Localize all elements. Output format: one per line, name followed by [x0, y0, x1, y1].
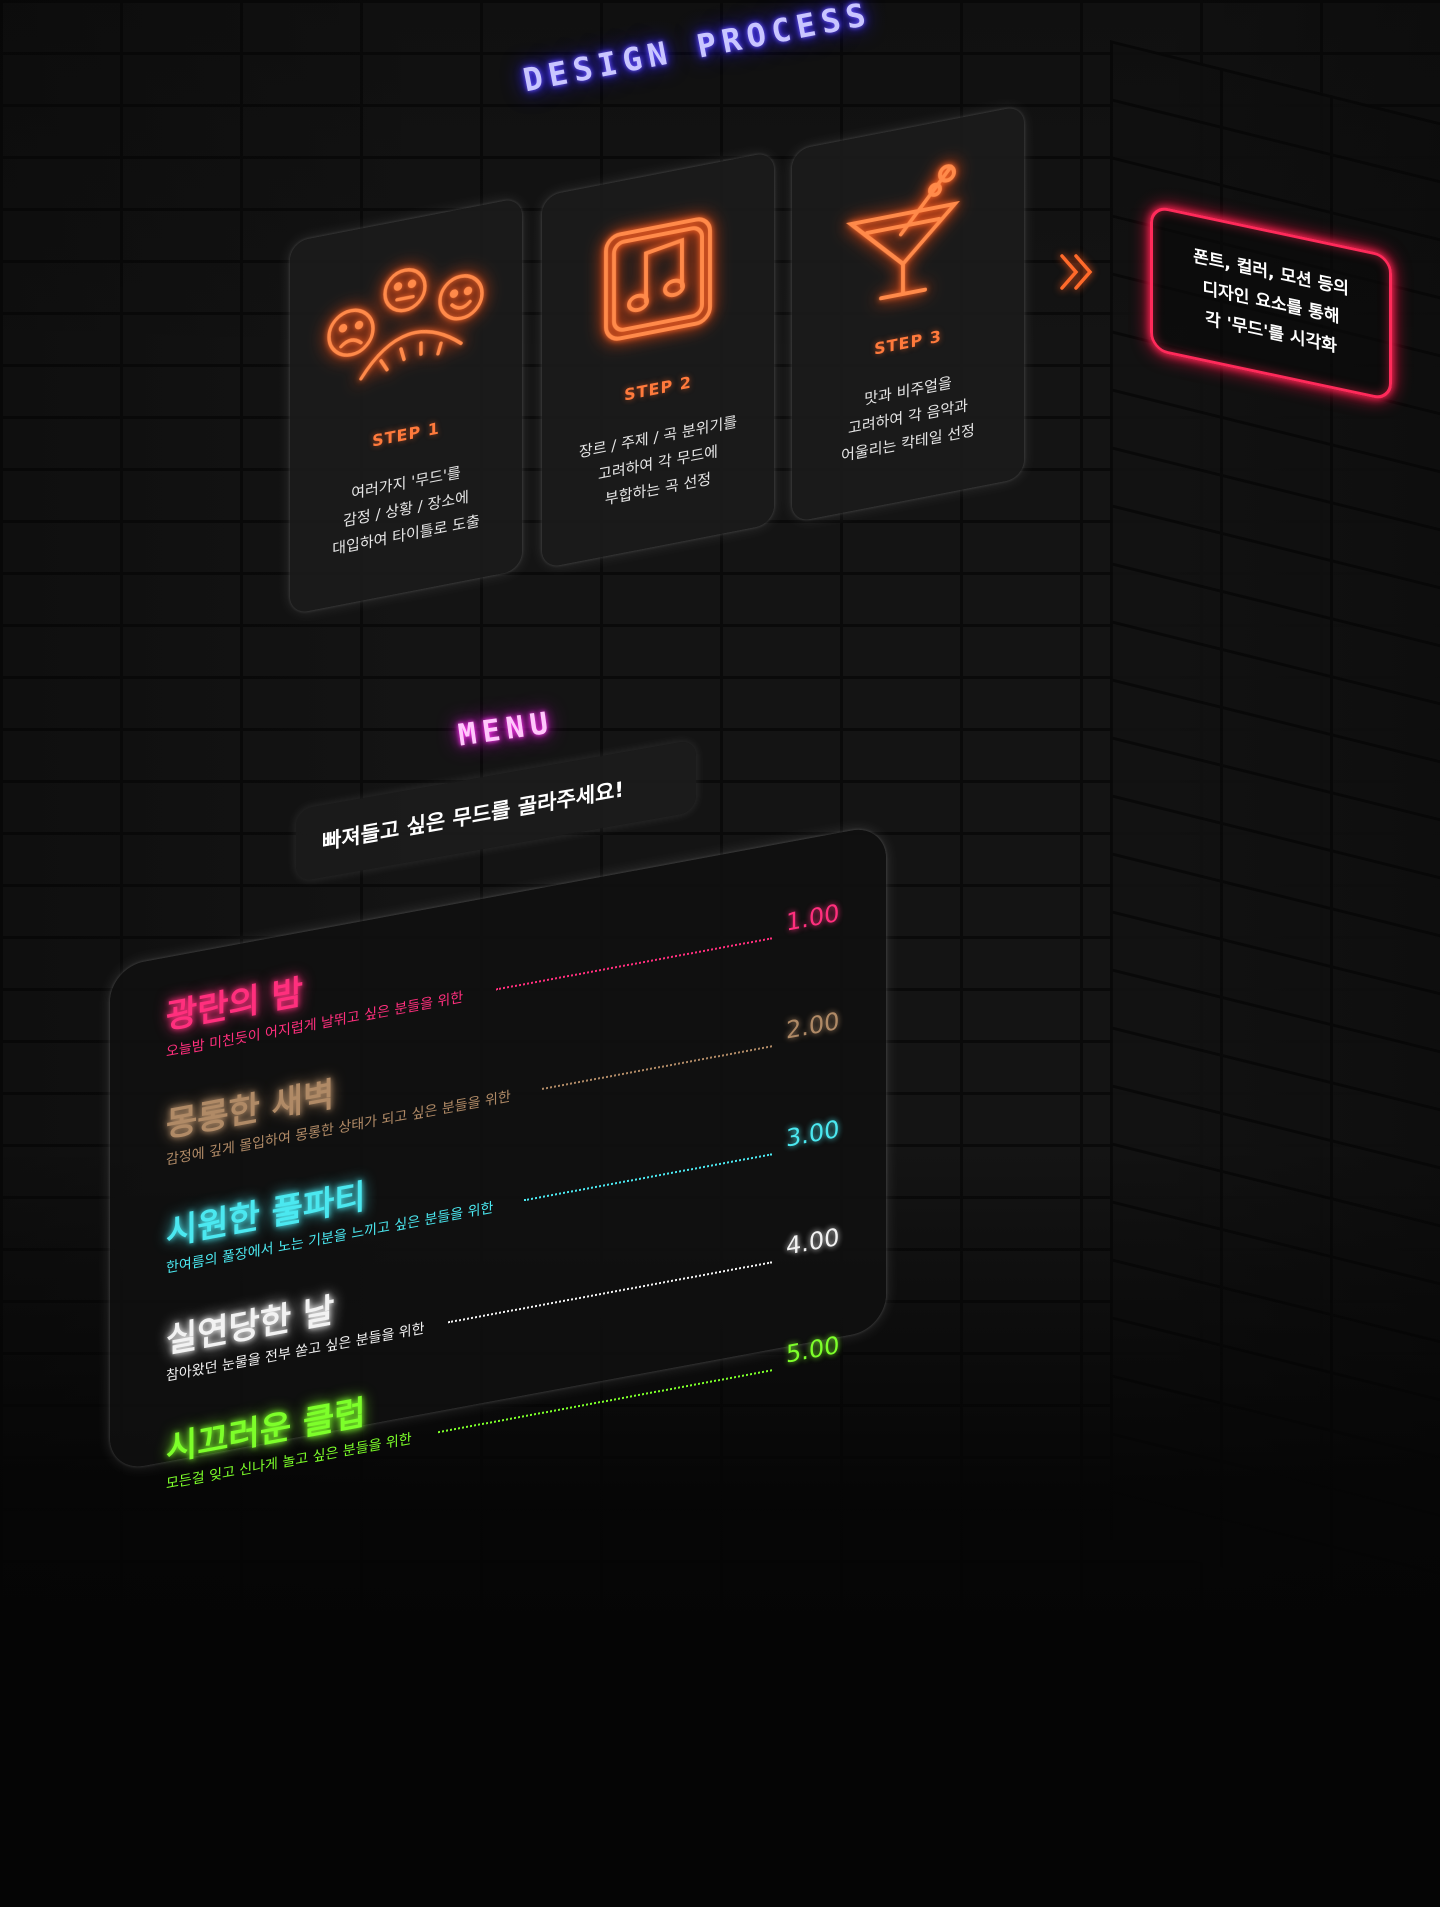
menu-item-price: 2.00 [786, 1006, 840, 1045]
menu-section: MENU 빠져들고 싶은 무드를 골라주세요! 광란의 밤 오늘밤 미친듯이 어… [0, 0, 1440, 1907]
menu-item-price: 5.00 [786, 1330, 840, 1369]
dotted-leader [542, 1045, 772, 1090]
menu-prompt-bubble: 빠져들고 싶은 무드를 골라주세요! [296, 739, 696, 882]
menu-heading: MENU [456, 705, 557, 754]
menu-board: 광란의 밤 오늘밤 미친듯이 어지럽게 날뛰고 싶은 분들을 위한 1.00 몽… [110, 824, 886, 1493]
dotted-leader [524, 1153, 772, 1202]
menu-item-price: 1.00 [786, 898, 840, 937]
menu-prompt: 빠져들고 싶은 무드를 골라주세요! [322, 777, 624, 855]
menu-item-price: 3.00 [786, 1114, 840, 1153]
dotted-leader [438, 1369, 772, 1434]
menu-item-price: 4.00 [786, 1222, 840, 1261]
